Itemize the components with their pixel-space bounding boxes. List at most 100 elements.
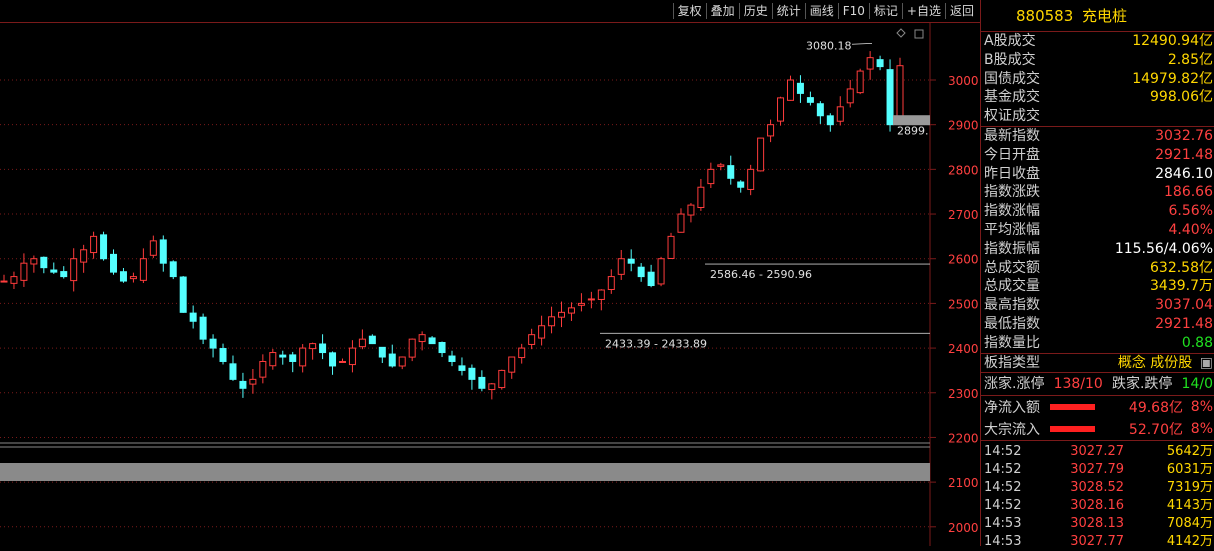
idx-row-3: 指数涨跌 186.66 — [981, 183, 1214, 202]
candle-body — [747, 168, 755, 190]
flow-value: 49.68亿 — [1128, 400, 1183, 417]
candle-body — [707, 168, 715, 185]
candle-body — [279, 354, 287, 358]
candle-body — [577, 302, 585, 306]
idx-label: 平均涨幅 — [984, 221, 1040, 238]
tick-price: 3028.52 — [1070, 480, 1124, 496]
y-tick-label: 2500 — [948, 297, 979, 311]
vol-row-3: 基金成交 998.06亿 — [981, 88, 1214, 107]
type-extra-icon[interactable]: ▣ — [1200, 355, 1213, 371]
idx-row-2: 昨日收盘 2846.10 — [981, 165, 1214, 184]
toolbar-btn-5[interactable]: F10 — [837, 3, 869, 19]
toolbar-btn-3[interactable]: 统计 — [771, 3, 805, 19]
tick-price: 3027.27 — [1070, 444, 1124, 460]
tick-list[interactable]: 14:52 3027.27 5642万 14:52 3027.79 6031万 14:52 3… — [981, 440, 1214, 551]
candle-body — [139, 258, 147, 281]
tick-vol: 5642万 — [1166, 444, 1213, 460]
idx-row-0: 最新指数 3032.76 — [981, 127, 1214, 146]
vol-label: 国债成交 — [984, 70, 1040, 87]
candle-body — [219, 348, 227, 362]
y-tick-label: 2400 — [948, 342, 979, 356]
candle-body — [717, 164, 725, 167]
tick-price: 3028.13 — [1070, 516, 1124, 532]
idx-label: 指数涨幅 — [984, 203, 1040, 220]
candle-body — [338, 360, 346, 363]
candle-body — [50, 269, 58, 273]
toolbar-btn-7[interactable]: +自选 — [901, 3, 945, 19]
candle-body — [647, 271, 655, 287]
vol-row-4: 权证成交 — [981, 107, 1214, 126]
candle-body — [637, 266, 645, 278]
candle-body — [697, 186, 705, 208]
candle-body — [358, 338, 366, 348]
vol-row-2: 国债成交 14979.82亿 — [981, 70, 1214, 89]
toolbar-btn-6[interactable]: 标记 — [868, 3, 902, 19]
toolbar-btn-0[interactable]: 复权 — [672, 3, 706, 19]
idx-label: 最新指数 — [984, 127, 1040, 144]
idx-value: 4.40% — [1168, 221, 1213, 238]
idx-row-9: 最高指数 3037.04 — [981, 296, 1214, 315]
candle-body — [408, 338, 416, 358]
candle-body — [269, 352, 277, 367]
kline-chart[interactable]: 3000 2900 2800 2700 2600 2500 2400 2300 2200 2100… — [0, 23, 980, 546]
candle-body — [667, 235, 675, 259]
toolbar-btn-4[interactable]: 画线 — [804, 3, 838, 19]
type-label: 板指类型 — [984, 354, 1040, 371]
idx-label: 今日开盘 — [984, 146, 1040, 163]
y-tick-label: 2800 — [948, 163, 979, 177]
toolbar-btn-1[interactable]: 叠加 — [705, 3, 739, 19]
candle-body — [687, 204, 695, 216]
updown-row: 涨家.涨停 138/10 跌家.跌停 14/0 — [981, 372, 1214, 395]
candle-body — [169, 261, 177, 278]
candle-body — [159, 239, 167, 264]
y-tick-label: 2000 — [948, 521, 979, 535]
candle-body — [428, 337, 436, 345]
flow-bar — [1050, 426, 1095, 433]
y-tick-label: 2900 — [948, 119, 979, 133]
vol-value: 2.85亿 — [1167, 51, 1213, 68]
tick-row: 14:53 3027.77 4142万 — [981, 533, 1214, 551]
flow-value: 52.70亿 — [1128, 422, 1183, 439]
candle-body — [617, 258, 625, 275]
type-row[interactable]: 板指类型 概念 成份股 ▣ — [981, 352, 1214, 373]
idx-value: 632.58亿 — [1150, 259, 1213, 276]
candle-body — [348, 347, 356, 366]
tick-time: 14:52 — [984, 444, 1022, 460]
candle-body — [597, 289, 605, 300]
kline-svg[interactable]: 3000 2900 2800 2700 2600 2500 2400 2300 2200 2100… — [0, 23, 980, 546]
updown-label2: 跌家.跌停 — [1111, 376, 1173, 393]
y-tick-label: 2300 — [948, 387, 979, 401]
candle-body — [189, 312, 197, 322]
window-icon — [914, 29, 924, 39]
candle-body — [856, 70, 864, 94]
candle-body — [826, 115, 834, 126]
candle-body — [767, 124, 775, 137]
flow-pct: 8% — [1190, 399, 1213, 416]
candle-body — [329, 352, 337, 367]
vol-value: 12490.94亿 — [1132, 33, 1213, 49]
candle-body — [458, 365, 466, 371]
candle-body — [448, 355, 456, 362]
tick-vol: 4142万 — [1166, 534, 1213, 550]
candle-body — [478, 376, 486, 389]
candle-body — [319, 343, 327, 354]
candle-body — [836, 106, 844, 122]
candle-body — [60, 271, 68, 278]
tick-row: 14:52 3028.16 4143万 — [981, 497, 1214, 515]
tick-row: 14:53 3028.13 7084万 — [981, 515, 1214, 533]
candle-body — [110, 253, 118, 273]
candle-body — [518, 347, 526, 359]
candle-body — [249, 378, 257, 385]
tick-price: 3027.77 — [1070, 534, 1124, 550]
idx-row-8: 总成交量 3439.7万 — [981, 277, 1214, 296]
toolbar-btn-8[interactable]: 返回 — [944, 3, 978, 19]
y-tick-label: 2600 — [948, 253, 979, 267]
idx-value: 3037.04 — [1155, 297, 1213, 314]
candle-body — [896, 65, 904, 123]
tick-vol: 4143万 — [1166, 498, 1213, 514]
current-price-label: 2899. — [897, 125, 929, 138]
candle-body — [816, 103, 824, 117]
gap-label-2: 2433.39 - 2433.89 — [605, 337, 707, 350]
toolbar-btn-2[interactable]: 历史 — [738, 3, 772, 19]
idx-label: 指数振幅 — [984, 240, 1040, 257]
